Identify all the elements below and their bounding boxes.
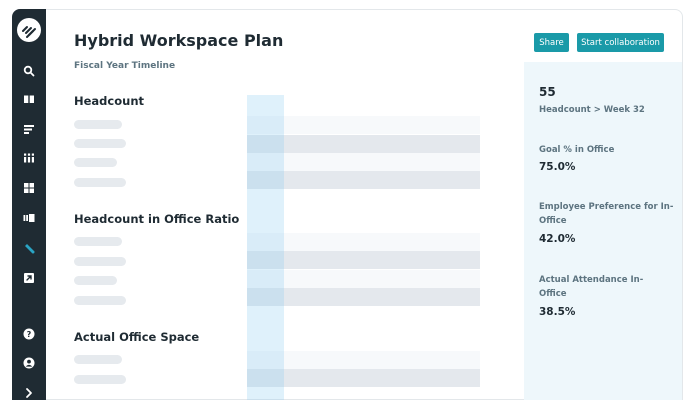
row-label-placeholder [74, 375, 126, 384]
row-label-placeholder [74, 158, 117, 167]
stat-headcount-value: 55 [539, 85, 556, 99]
row-label-placeholder [74, 296, 126, 305]
stat-preference-label: Employee Preference for In-Office [539, 202, 674, 226]
pen-icon[interactable] [23, 242, 35, 254]
search-icon[interactable] [23, 65, 35, 77]
row-label-placeholder [74, 120, 122, 129]
external-link-icon[interactable] [23, 272, 35, 284]
list-icon[interactable] [23, 123, 35, 135]
row-label-placeholder [74, 355, 122, 364]
current-week-highlight [247, 95, 284, 400]
row-label-placeholder [74, 178, 126, 187]
stat-goal-label: Goal % in Office [539, 145, 615, 155]
user-icon[interactable] [23, 357, 35, 369]
stat-headcount-label: Headcount > Week 32 [539, 105, 645, 115]
stat-preference-value: 42.0% [539, 233, 576, 245]
section-title-office-space: Actual Office Space [74, 330, 200, 344]
page-subtitle: Fiscal Year Timeline [74, 61, 176, 71]
chevron-right-icon[interactable] [23, 387, 35, 399]
columns-icon[interactable] [23, 212, 35, 224]
logo-icon[interactable] [17, 18, 41, 42]
section-title-headcount-ratio: Headcount in Office Ratio [74, 212, 240, 226]
help-icon[interactable]: ? [23, 328, 35, 340]
sidebar: ? [12, 9, 46, 400]
grid-dots-icon[interactable] [23, 152, 35, 164]
book-icon[interactable] [23, 93, 35, 105]
stat-attendance-label: Actual Attendance In-Office [539, 275, 644, 299]
svg-text:?: ? [27, 330, 32, 339]
page-title: Hybrid Workspace Plan [74, 31, 284, 50]
row-label-placeholder [74, 237, 122, 246]
start-collaboration-button[interactable]: Start collaboration [577, 33, 664, 52]
row-label-placeholder [74, 139, 126, 148]
row-label-placeholder [74, 276, 117, 285]
dashboard-icon[interactable] [23, 182, 35, 194]
section-title-headcount: Headcount [74, 94, 145, 108]
share-button[interactable]: Share [534, 33, 569, 52]
stat-attendance-value: 38.5% [539, 306, 576, 318]
row-label-placeholder [74, 257, 126, 266]
stat-goal-value: 75.0% [539, 161, 576, 173]
